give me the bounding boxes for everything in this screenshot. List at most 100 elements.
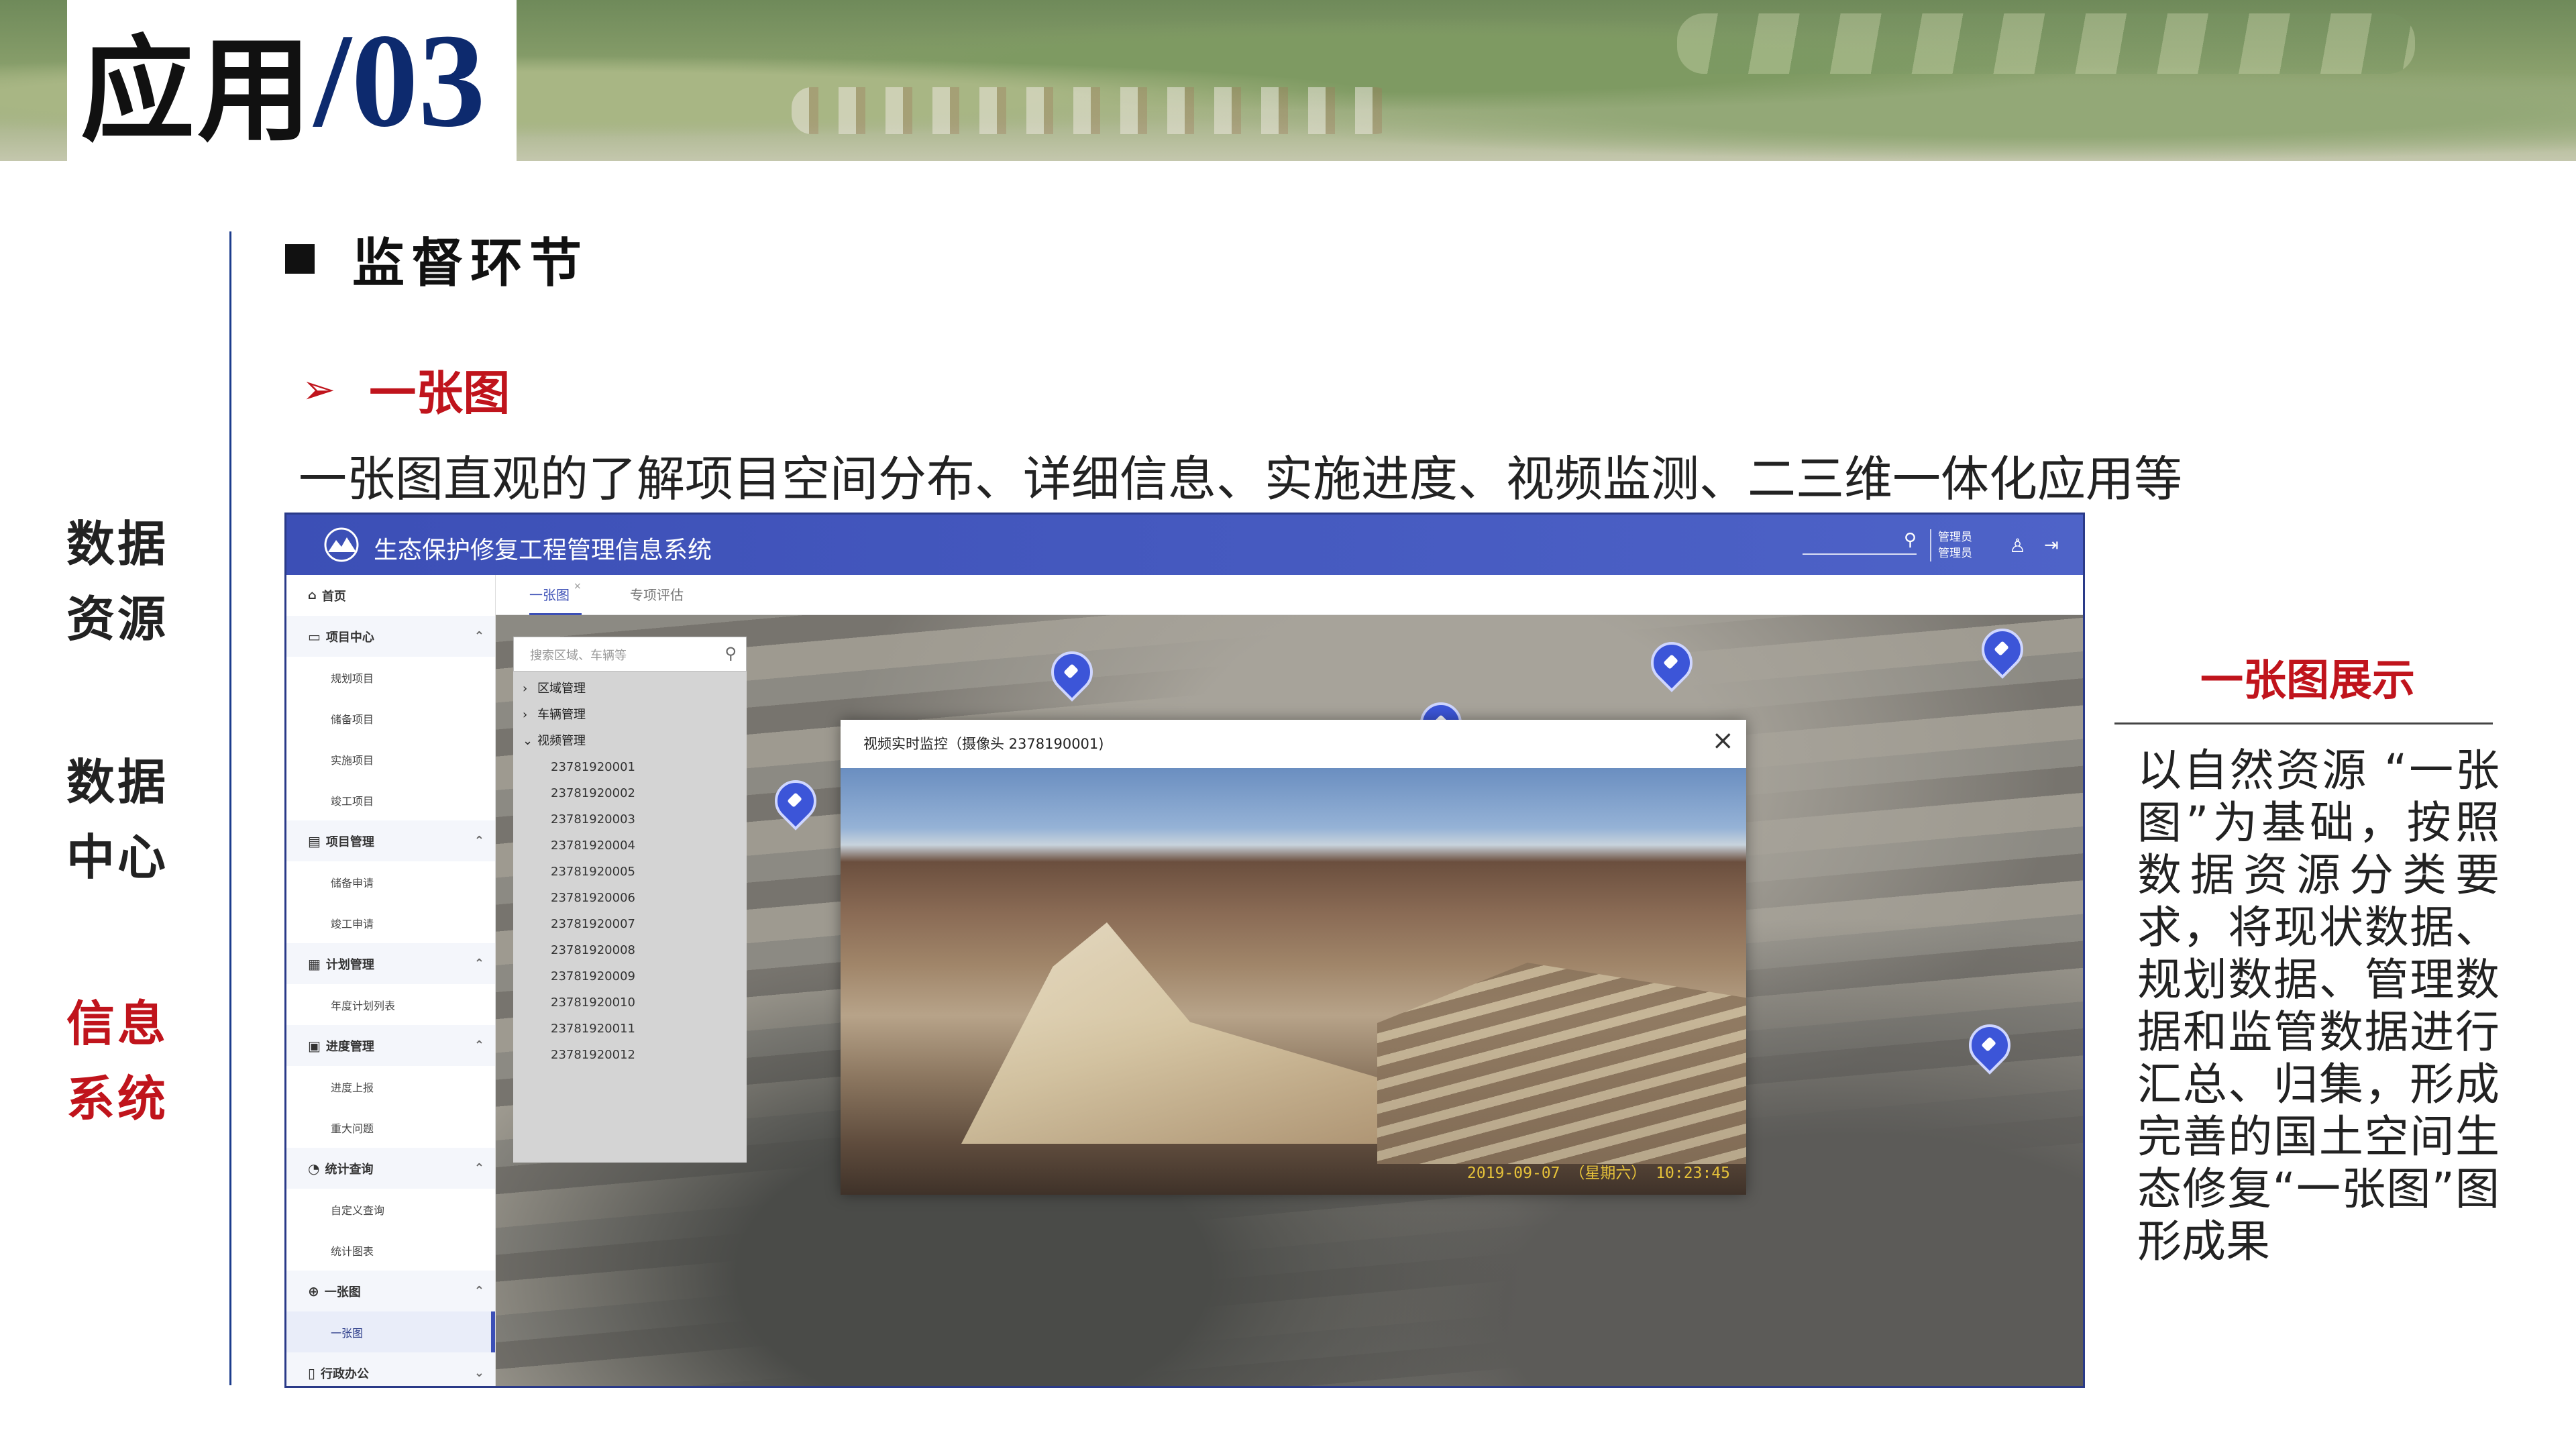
sidebar-group-project-management[interactable]: ▤ 项目管理 ⌃: [286, 820, 495, 861]
nav-info-system[interactable]: 信息 系统: [47, 986, 188, 1136]
video-quarry-image: [961, 922, 1377, 1144]
banner-village-image: [792, 87, 1395, 134]
close-icon[interactable]: ×: [1711, 725, 1734, 756]
arrow-bullet-icon: ➢: [302, 366, 336, 413]
sidebar-item[interactable]: 自定义查询: [286, 1189, 495, 1230]
video-feed[interactable]: 2019-09-07 （星期六） 10:23:45: [841, 768, 1746, 1195]
nav-label: 中心: [66, 829, 168, 885]
sidebar-item-one-map[interactable]: 一张图: [286, 1311, 495, 1352]
chevron-up-icon: ⌃: [474, 1038, 484, 1053]
sidebar-item-label: 一张图: [331, 1326, 364, 1340]
left-divider: [229, 231, 231, 1385]
chevron-up-icon: ⌃: [474, 957, 484, 971]
home-icon: ⌂: [308, 588, 317, 602]
camera-item[interactable]: 23781920012: [513, 1042, 747, 1068]
tab-special-assessment[interactable]: 专项评估: [630, 575, 684, 615]
sidebar-item[interactable]: 统计图表: [286, 1230, 495, 1271]
sidebar-group-label: 项目中心: [325, 630, 374, 645]
tree-node-vehicle[interactable]: › 车辆管理: [513, 702, 747, 728]
nav-label: 数据: [66, 754, 168, 810]
camera-marker-icon[interactable]: [1042, 643, 1102, 702]
tab-one-map[interactable]: 一张图 ×: [529, 575, 582, 615]
sidebar-group-statistics[interactable]: ◔ 统计查询 ⌃: [286, 1148, 495, 1189]
sidebar-item[interactable]: 竣工项目: [286, 780, 495, 820]
user-info[interactable]: 管理员 管理员: [1938, 529, 1972, 561]
sidebar-item[interactable]: 储备申请: [286, 861, 495, 902]
sidebar-item[interactable]: 储备项目: [286, 698, 495, 739]
camera-item[interactable]: 23781920007: [513, 911, 747, 937]
sidebar-group-label: 一张图: [324, 1285, 361, 1299]
close-icon[interactable]: ×: [574, 581, 582, 592]
camera-item[interactable]: 23781920002: [513, 780, 747, 806]
nav-data-center[interactable]: 数据 中心: [47, 745, 188, 895]
camera-marker-icon[interactable]: [1960, 1016, 2019, 1075]
camera-marker-icon[interactable]: [766, 771, 825, 830]
sidebar-group-one-map[interactable]: ⊕ 一张图 ⌃: [286, 1271, 495, 1311]
globe-icon: ⊕: [308, 1283, 319, 1299]
nav-label: 资源: [66, 591, 168, 647]
header-banner: 应用 /03: [0, 0, 2576, 161]
sidebar-item-home[interactable]: ⌂ 首页: [286, 575, 495, 616]
header-search[interactable]: ⚲: [1803, 529, 1917, 555]
user-role: 管理员: [1938, 547, 1972, 560]
camera-marker-icon[interactable]: [1973, 620, 2032, 679]
nav-label: 数据: [66, 516, 168, 572]
pie-chart-icon: ◔: [308, 1160, 320, 1177]
sidebar-group-project-center[interactable]: ▭ 项目中心 ⌃: [286, 616, 495, 657]
video-timestamp: 2019-09-07 （星期六） 10:23:45: [1467, 1165, 1730, 1182]
folder-icon: ▭: [308, 628, 321, 645]
square-bullet-icon: [285, 244, 315, 274]
sidebar-group-label: 行政办公: [321, 1366, 370, 1381]
user-icon[interactable]: ♙: [2009, 535, 2026, 557]
tree-search-input[interactable]: 搜索区域、车辆等 ⚲: [513, 637, 747, 672]
document-icon: ▯: [308, 1364, 316, 1381]
dialog-title: 视频实时监控（摄像头 2378190001): [863, 736, 1104, 752]
tree-node-label: 车辆管理: [537, 708, 586, 722]
nav-data-resources[interactable]: 数据 资源: [47, 506, 188, 657]
tree-node-area[interactable]: › 区域管理: [513, 676, 747, 702]
slide-title-text: 应用: [80, 23, 315, 158]
sidebar-group-office[interactable]: ▯ 行政办公 ⌄: [286, 1352, 495, 1386]
chevron-up-icon: ⌃: [474, 1284, 484, 1298]
sidebar-item-label: 竣工项目: [331, 794, 374, 808]
sidebar-group-progress-management[interactable]: ▣ 进度管理 ⌃: [286, 1025, 495, 1066]
camera-item[interactable]: 23781920005: [513, 859, 747, 885]
sidebar-item-label: 规划项目: [331, 672, 374, 685]
camera-item[interactable]: 23781920011: [513, 1016, 747, 1042]
sidebar-item[interactable]: 实施项目: [286, 739, 495, 780]
sidebar-item-label: 实施项目: [331, 753, 374, 767]
camera-item[interactable]: 23781920003: [513, 806, 747, 833]
camera-item[interactable]: 23781920009: [513, 963, 747, 989]
user-name: 管理员: [1938, 531, 1972, 544]
camera-item[interactable]: 23781920008: [513, 937, 747, 963]
list-icon: ▤: [308, 833, 321, 849]
right-panel-title: 一张图展示: [2200, 656, 2415, 706]
search-placeholder: 搜索区域、车辆等: [530, 649, 627, 663]
search-icon[interactable]: ⚲: [724, 644, 737, 663]
sidebar-item-label: 储备项目: [331, 712, 374, 726]
sidebar-item[interactable]: 进度上报: [286, 1066, 495, 1107]
sidebar-group-plan-management[interactable]: ▦ 计划管理 ⌃: [286, 943, 495, 984]
sidebar-item[interactable]: 年度计划列表: [286, 984, 495, 1025]
sidebar-item[interactable]: 竣工申请: [286, 902, 495, 943]
tree-node-label: 区域管理: [537, 682, 586, 696]
header-divider: [1930, 529, 1931, 561]
camera-item[interactable]: 23781920006: [513, 885, 747, 911]
logout-icon[interactable]: ⇥: [2044, 535, 2059, 555]
camera-item[interactable]: 23781920010: [513, 989, 747, 1016]
section-heading: 监督环节: [285, 221, 588, 297]
app-logo-icon: [324, 527, 359, 562]
camera-marker-icon[interactable]: [1642, 633, 1701, 692]
camera-item[interactable]: 23781920004: [513, 833, 747, 859]
tab-bar: 一张图 × 专项评估: [496, 575, 2083, 615]
chart-icon: ▣: [308, 1037, 321, 1054]
slide-title: 应用 /03: [67, 0, 517, 161]
sidebar-item[interactable]: 规划项目: [286, 657, 495, 698]
camera-item[interactable]: 23781920001: [513, 754, 747, 780]
video-terrace-image: [1377, 963, 1746, 1164]
search-icon[interactable]: ⚲: [1904, 529, 1917, 550]
tree-node-video[interactable]: ⌄ 视频管理: [513, 728, 747, 754]
app-name: 生态保护修复工程管理信息系统: [374, 537, 712, 564]
sidebar-item[interactable]: 重大问题: [286, 1107, 495, 1148]
chevron-up-icon: ⌃: [474, 1161, 484, 1175]
